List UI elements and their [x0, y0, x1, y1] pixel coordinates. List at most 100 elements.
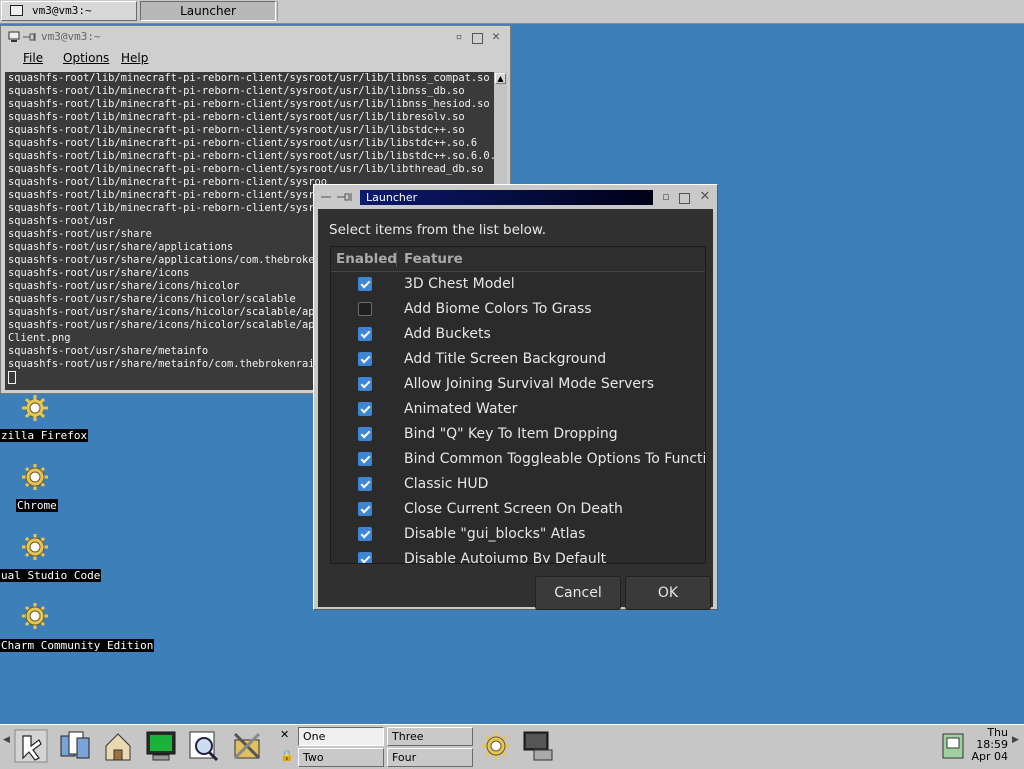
cancel-button[interactable]: Cancel [535, 576, 621, 610]
feature-row[interactable]: Allow Joining Survival Mode Servers [331, 372, 705, 397]
feature-row[interactable]: Bind Common Toggleable Options To Functi… [331, 447, 705, 472]
dialog-titlebar[interactable]: Launcher ▫ ✕ [317, 188, 714, 207]
pager-close-icon[interactable]: ✕ [280, 729, 292, 741]
clock[interactable]: Thu 18:59 Apr 04 [968, 727, 1008, 763]
panel-hide-left-icon[interactable]: ◀ [3, 735, 10, 745]
terminal-line: squashfs-root/lib/minecraft-pi-reborn-cl… [8, 163, 484, 175]
launcher-dialog: Launcher ▫ ✕ Select items from the list … [313, 184, 718, 610]
desktop-label-chrome[interactable]: Chrome [16, 499, 58, 512]
checkbox-checked[interactable] [358, 427, 372, 441]
feature-row[interactable]: Disable Autojump By Default [331, 547, 705, 564]
terminal-line: squashfs-root/usr/share/metainfo [8, 345, 209, 357]
feature-row[interactable]: 3D Chest Model [331, 272, 705, 297]
checkbox-checked[interactable] [358, 352, 372, 366]
feature-row[interactable]: Add Title Screen Background [331, 347, 705, 372]
menu-file[interactable]: File [23, 48, 43, 68]
feature-row[interactable]: Animated Water [331, 397, 705, 422]
panel-hide-right-icon[interactable]: ▶ [1012, 735, 1019, 745]
taskbar-terminal-label: vm3@vm3:~ [32, 4, 92, 17]
terminal-line: squashfs-root/lib/minecraft-pi-reborn-cl… [8, 124, 465, 136]
firefox-gear-icon[interactable] [20, 393, 50, 423]
main-menu-foot-icon[interactable] [13, 728, 49, 764]
taskbar-terminal-button[interactable]: vm3@vm3:~ [1, 1, 137, 21]
pager-four[interactable]: Four [387, 748, 473, 767]
feature-label: Bind "Q" Key To Item Dropping [404, 426, 618, 442]
pager-one[interactable]: One [298, 727, 384, 746]
pager-three[interactable]: Three [387, 727, 473, 746]
home-folder-icon[interactable] [100, 728, 136, 764]
checkbox-checked[interactable] [358, 452, 372, 466]
feature-row[interactable]: Bind "Q" Key To Item Dropping [331, 422, 705, 447]
chrome-gear-icon[interactable] [20, 462, 50, 492]
panel-terminal-task-icon[interactable] [520, 728, 556, 764]
settings-tools-icon[interactable] [229, 728, 265, 764]
terminal-line: squashfs-root/lib/minecraft-pi-reborn-cl… [8, 176, 328, 188]
column-feature-header[interactable]: Feature [404, 247, 463, 271]
lock-icon[interactable]: 🔒 [280, 749, 294, 763]
dialog-close-button[interactable]: ✕ [699, 190, 711, 203]
ok-button[interactable]: OK [625, 576, 711, 610]
column-enabled-header[interactable]: Enabled [336, 247, 397, 271]
dialog-minimize-button[interactable]: ▫ [660, 191, 672, 203]
desktop-label-pycharm[interactable]: Charm Community Edition [0, 639, 155, 652]
menu-options[interactable]: Options [63, 48, 109, 68]
terminal-line: squashfs-root/usr/share/icons/hicolor/sc… [8, 306, 328, 318]
dialog-maximize-button[interactable] [679, 193, 690, 204]
menu-help[interactable]: Help [121, 48, 148, 68]
checkbox-unchecked[interactable] [358, 302, 372, 316]
pycharm-gear-icon[interactable] [20, 601, 50, 631]
terminal-line: squashfs-root/lib/minecraft-pi-reborn-cl… [8, 98, 490, 110]
clock-date: Apr 04 [971, 750, 1008, 763]
terminal-line: squashfs-root/usr/share/applications [8, 241, 234, 253]
terminal-line: squashfs-root/usr/share/icons/hicolor [8, 280, 240, 292]
feature-label: Animated Water [404, 401, 518, 417]
search-magnifier-icon[interactable] [186, 728, 222, 764]
feature-label: Disable Autojump By Default [404, 551, 607, 564]
checkbox-checked[interactable] [358, 527, 372, 541]
panel-gear-icon[interactable] [478, 728, 514, 764]
minimize-button[interactable]: ▫ [453, 31, 465, 43]
pin-icon[interactable] [23, 32, 37, 42]
terminal-line: squashfs-root/lib/minecraft-pi-reborn-cl… [8, 137, 478, 149]
window-list-icon[interactable] [57, 728, 93, 764]
feature-row[interactable]: Classic HUD [331, 472, 705, 497]
feature-label: Add Buckets [404, 326, 491, 342]
scroll-up-arrow-icon[interactable]: ▲ [495, 73, 506, 84]
terminal-window-icon [8, 31, 20, 42]
checkbox-checked[interactable] [358, 552, 372, 563]
vscode-gear-icon[interactable] [20, 532, 50, 562]
dialog-prompt: Select items from the list below. [329, 222, 547, 238]
terminal-line: squashfs-root/usr/share/icons [8, 267, 190, 279]
maximize-button[interactable] [472, 33, 483, 44]
checkbox-checked[interactable] [358, 327, 372, 341]
close-button[interactable]: ✕ [490, 30, 502, 43]
pager-two[interactable]: Two [298, 748, 384, 767]
desktop-label-vscode[interactable]: ual Studio Code [0, 569, 102, 582]
feature-label: Disable "gui_blocks" Atlas [404, 526, 586, 542]
terminal-line: squashfs-root/usr [8, 215, 115, 227]
checkbox-checked[interactable] [358, 377, 372, 391]
checkbox-checked[interactable] [358, 402, 372, 416]
feature-row[interactable]: Disable "gui_blocks" Atlas [331, 522, 705, 547]
terminal-line: squashfs-root/usr/share/applications/com… [8, 254, 328, 266]
checkbox-checked[interactable] [358, 477, 372, 491]
feature-row[interactable]: Add Buckets [331, 322, 705, 347]
desktop-label-firefox[interactable]: zilla Firefox [0, 429, 89, 442]
feature-row[interactable]: Add Biome Colors To Grass [331, 297, 705, 322]
checkbox-checked[interactable] [358, 277, 372, 291]
network-monitor-icon[interactable] [942, 733, 964, 759]
terminal-menubar: File Options Help [3, 48, 508, 68]
checkbox-checked[interactable] [358, 502, 372, 516]
taskbar-launcher-button[interactable]: Launcher [140, 1, 276, 21]
dialog-pin-icon[interactable] [319, 192, 355, 202]
terminal-line: Client.png [8, 332, 71, 344]
terminal-title: vm3@vm3:~ [41, 30, 101, 43]
terminal-titlebar[interactable]: vm3@vm3:~ ▫ ✕ [3, 28, 508, 46]
feature-list[interactable]: Enabled Feature 3D Chest Model Add Biome … [330, 246, 706, 564]
feature-row[interactable]: Close Current Screen On Death [331, 497, 705, 522]
terminal-launcher-icon[interactable] [143, 728, 179, 764]
feature-label: Bind Common Toggleable Options To Functi… [404, 451, 706, 467]
terminal-line: squashfs-root/usr/share/icons/hicolor/sc… [8, 319, 328, 331]
feature-label: Classic HUD [404, 476, 489, 492]
terminal-line: squashfs-root/usr/share/icons/hicolor/sc… [8, 293, 296, 305]
